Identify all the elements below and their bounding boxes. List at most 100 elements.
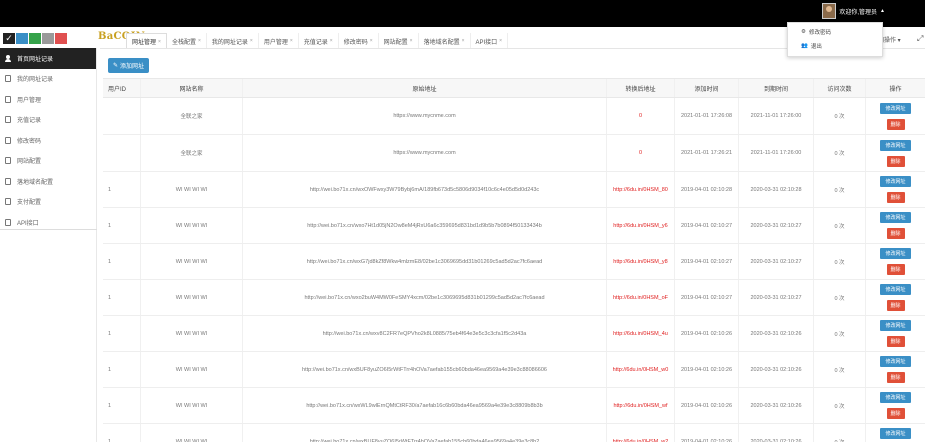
cell-visits: 0 次 (814, 244, 866, 279)
cell-actions: 修改网址删除 (866, 316, 925, 351)
delete-button[interactable]: 删除 (886, 192, 905, 203)
bookmark-icon (5, 157, 11, 165)
user-menu-toggle[interactable]: 欢迎你,管理员 ▲ (822, 0, 885, 22)
column-header: 操作 (889, 86, 902, 93)
tab-6[interactable]: 网站配置 × (379, 33, 419, 49)
cell-url: http://wei.bo71x.cn/wxBUF8yuZO6I5rWtFTrr… (243, 352, 607, 387)
table-body: 全联之家 https://www.mycnme.com 0 2021-01-01 17… (103, 98, 925, 442)
tab-4[interactable]: 充值记录 × (299, 33, 339, 49)
edit-url-button[interactable]: 修改网址 (880, 356, 911, 367)
add-url-button[interactable]: ✎ 添加网址 (108, 58, 150, 73)
cell-short[interactable]: http://6du.in/0HSM_oF (607, 280, 675, 315)
cell-id: 1 (103, 316, 141, 351)
table-row: 1 WI WI WI WI http://wei.bo71x.cn/wxWL9wlE… (103, 388, 925, 424)
delete-button[interactable]: 删除 (886, 155, 905, 167)
cell-name: WI WI WI WI (141, 172, 243, 207)
cell-added: 2019-04-01 02:10:27 (675, 208, 739, 243)
theme-swatch-green[interactable] (29, 33, 41, 44)
sidebar-item-label: 我的网址记录 (17, 77, 54, 84)
edit-url-button[interactable]: 修改网址 (880, 176, 911, 187)
cell-visits: 0 次 (814, 172, 866, 207)
sidebar-item-1[interactable]: 我的网址记录 (0, 69, 96, 90)
delete-button[interactable]: 删除 (886, 372, 905, 383)
delete-button[interactable]: 删除 (886, 228, 905, 239)
cell-url: http://wei.bo71x.cn/wxo7Ht1d05jN2Ow8eM4j… (243, 208, 607, 243)
table-row: 全联之家 https://www.mycnme.com 0 2021-01-01 17… (103, 98, 925, 135)
bookmark-icon (5, 218, 11, 226)
cell-short[interactable]: http://6du.in/0HSM_y8 (607, 244, 675, 279)
tab-3[interactable]: 用户管理 × (259, 33, 299, 49)
delete-button[interactable]: 删除 (886, 336, 905, 347)
cell-short[interactable]: 0 (607, 135, 675, 171)
fullscreen-icon[interactable]: ⤢ (917, 34, 923, 44)
close-icon[interactable]: × (410, 38, 413, 44)
tab-5[interactable]: 修改密码 × (339, 33, 379, 49)
cell-url: http://wei.bo71x.cn/wxBUF8yuZO6I5rWtFTrr… (243, 424, 607, 442)
close-icon[interactable]: × (370, 38, 373, 44)
cell-added: 2019-04-01 02:10:27 (675, 244, 739, 279)
sidebar-item-7[interactable]: 支付配置 (0, 192, 96, 213)
theme-swatch-red[interactable] (55, 33, 67, 44)
cell-short[interactable]: http://6du.in/0HSM_w0 (607, 352, 675, 387)
tab-1[interactable]: 全栈配置 × (167, 33, 207, 49)
theme-swatch-blue[interactable] (16, 33, 28, 44)
sidebar-item-0[interactable]: 首页网址记录 (0, 48, 96, 69)
close-icon[interactable]: × (499, 38, 502, 44)
sidebar-item-2[interactable]: 用户管理 (0, 89, 96, 110)
column-header: 转换后地址 (607, 79, 675, 97)
cell-expires: 2021-11-01 17:26:00 (739, 135, 814, 171)
bookmark-icon (5, 177, 11, 185)
delete-button[interactable]: 删除 (886, 300, 905, 311)
check-icon: ✓ (5, 33, 13, 43)
tab-8[interactable]: API接口 × (471, 33, 509, 49)
logout-menu-item[interactable]: 👥 退出 (801, 42, 822, 50)
cell-short[interactable]: http://6du.in/0HSM_wf (607, 388, 675, 423)
cell-visits: 0 次 (814, 388, 866, 423)
delete-button[interactable]: 删除 (886, 264, 905, 275)
theme-swatch-dark[interactable]: ✓ (3, 33, 15, 44)
tab-7[interactable]: 落地域名配置 × (419, 33, 471, 49)
tab-label: 网站配置 (383, 39, 408, 46)
change-password-menu-item[interactable]: ⚙ 修改密码 (801, 28, 831, 36)
edit-url-button[interactable]: 修改网址 (880, 392, 911, 403)
tab-2[interactable]: 我的网址记录 × (207, 33, 259, 49)
delete-button[interactable]: 删除 (886, 408, 905, 419)
edit-url-button[interactable]: 修改网址 (880, 102, 911, 114)
sidebar-item-4[interactable]: 修改密码 (0, 130, 96, 151)
edit-url-button[interactable]: 修改网址 (880, 428, 911, 439)
close-icon[interactable]: × (198, 38, 201, 44)
edit-url-button[interactable]: 修改网址 (880, 320, 911, 331)
cell-actions: 修改网址删除 (866, 352, 925, 387)
cell-added: 2019-04-01 02:10:28 (675, 172, 739, 207)
sidebar-item-5[interactable]: 网站配置 (0, 151, 96, 172)
cell-expires: 2020-03-31 02:10:26 (739, 424, 814, 442)
column-header: 用户ID (103, 79, 141, 97)
close-icon[interactable]: × (250, 38, 253, 44)
tab-0[interactable]: 网址管理 × (126, 33, 167, 49)
close-icon[interactable]: × (330, 38, 333, 44)
cell-actions: 修改网址删除 (866, 244, 925, 279)
cell-short[interactable]: http://6du.in/0HSM_y6 (607, 208, 675, 243)
cell-name: WI WI WI WI (141, 388, 243, 423)
sidebar-item-6[interactable]: 落地域名配置 (0, 171, 96, 192)
cell-id: 1 (103, 280, 141, 315)
cell-short[interactable]: http://6du.in/0HSM_80 (607, 172, 675, 207)
close-icon[interactable]: × (462, 38, 465, 44)
sidebar-item-3[interactable]: 充值记录 (0, 110, 96, 131)
cell-short[interactable]: http://6du.in/0HSM_w2 (607, 424, 675, 442)
edit-url-button[interactable]: 修改网址 (880, 212, 911, 223)
cell-short[interactable]: 0 (607, 98, 675, 134)
edit-url-button[interactable]: 修改网址 (880, 139, 911, 151)
delete-button[interactable]: 删除 (886, 118, 905, 130)
close-icon[interactable]: × (158, 39, 161, 45)
edit-url-button[interactable]: 修改网址 (880, 284, 911, 295)
cell-short[interactable]: http://6du.in/0HSM_4u (607, 316, 675, 351)
bookmark-icon (5, 198, 11, 206)
theme-swatch-gray[interactable] (42, 33, 54, 44)
cell-id: 1 (103, 208, 141, 243)
column-header: 到期时间 (739, 79, 814, 97)
close-icon[interactable]: × (290, 38, 293, 44)
table-row: 1 WI WI WI WI http://wei.bo71x.cn/wxo2buW4… (103, 280, 925, 316)
edit-url-button[interactable]: 修改网址 (880, 248, 911, 259)
users-icon: 👥 (801, 43, 808, 49)
